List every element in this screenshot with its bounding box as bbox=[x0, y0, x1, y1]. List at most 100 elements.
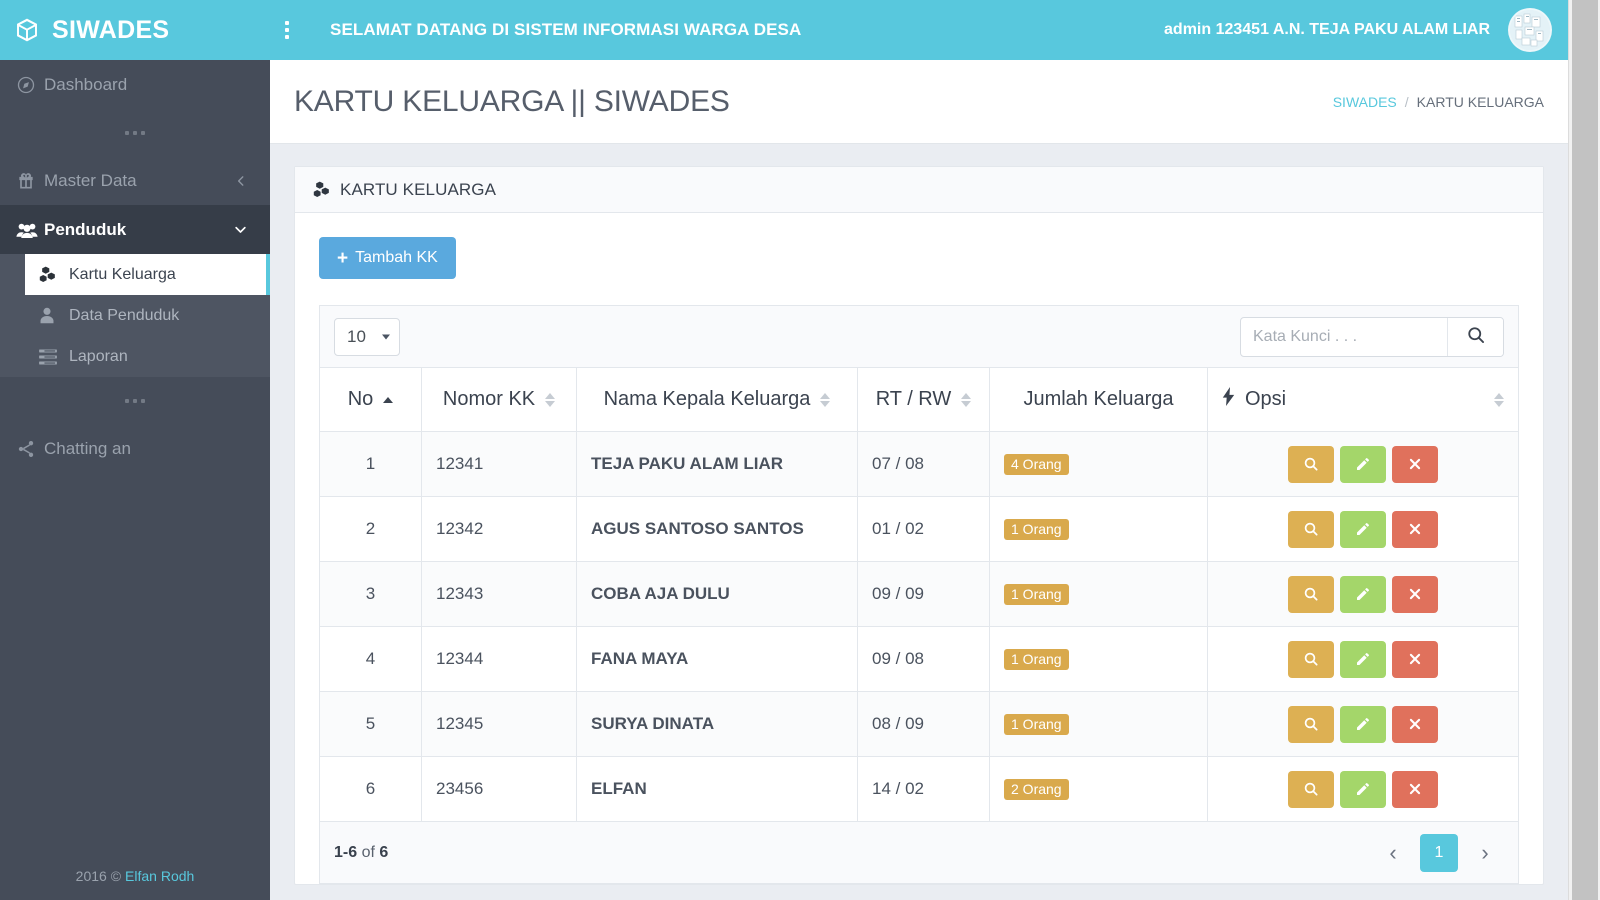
chevron-down-icon bbox=[382, 334, 390, 339]
table-header-row: No Nomor KK Nama Kepala Keluarga RT / RW… bbox=[319, 367, 1519, 432]
sidebar-subitem-label: Kartu Keluarga bbox=[69, 265, 176, 283]
chevron-down-icon bbox=[233, 222, 248, 237]
search-icon bbox=[1303, 781, 1319, 797]
pagination-next-button[interactable]: › bbox=[1466, 834, 1504, 872]
column-header-nama-kepala-keluarga[interactable]: Nama Kepala Keluarga bbox=[576, 367, 858, 432]
page-title: KARTU KELUARGA || SIWADES bbox=[294, 84, 730, 118]
pencil-icon bbox=[1355, 716, 1371, 732]
cell-nomor-kk: 12341 bbox=[421, 431, 577, 497]
info-range: 1-6 bbox=[334, 843, 358, 861]
breadcrumb: SIWADES / KARTU KELUARGA bbox=[1333, 94, 1544, 110]
breadcrumb-separator: / bbox=[1404, 93, 1409, 110]
delete-button[interactable] bbox=[1392, 510, 1438, 548]
search-input[interactable] bbox=[1241, 317, 1447, 356]
sidebar-item-laporan[interactable]: Laporan bbox=[25, 336, 270, 377]
status-badge: 1 Orang bbox=[1004, 713, 1069, 735]
table-row[interactable]: 4 12344 FANA MAYA 09 / 08 1 Orang bbox=[319, 626, 1519, 692]
topbar-right-group: admin 123451 A.N. TEJA PAKU ALAM LIAR bbox=[1164, 0, 1568, 60]
view-button[interactable] bbox=[1288, 705, 1334, 743]
cube-icon bbox=[14, 17, 40, 43]
view-button[interactable] bbox=[1288, 640, 1334, 678]
sidebar-item-dashboard[interactable]: Dashboard bbox=[0, 60, 270, 109]
table-body: 1 12341 TEJA PAKU ALAM LIAR 07 / 08 4 Or… bbox=[319, 431, 1519, 822]
plus-icon: + bbox=[337, 247, 349, 269]
sort-icon bbox=[961, 392, 972, 407]
sidebar-footer: 2016 © Elfan Rodh bbox=[0, 852, 270, 900]
main-content: KARTU KELUARGA || SIWADES SIWADES / KART… bbox=[270, 60, 1568, 900]
delete-button[interactable] bbox=[1392, 770, 1438, 808]
datatable-footer: 1-6 of 6 ‹ 1 › bbox=[319, 822, 1519, 884]
table-row[interactable]: 6 23456 ELFAN 14 / 02 2 Orang bbox=[319, 756, 1519, 822]
delete-button[interactable] bbox=[1392, 575, 1438, 613]
sidebar-item-master-data[interactable]: Master Data bbox=[0, 156, 270, 205]
edit-button[interactable] bbox=[1340, 575, 1386, 613]
sidebar-item-chatting-an[interactable]: Chatting an bbox=[0, 424, 270, 473]
card-title: KARTU KELUARGA bbox=[340, 179, 497, 199]
page-scrollbar[interactable] bbox=[1568, 0, 1600, 900]
delete-button[interactable] bbox=[1392, 640, 1438, 678]
cell-nama: COBA AJA DULU bbox=[576, 561, 858, 627]
edit-button[interactable] bbox=[1340, 510, 1386, 548]
edit-button[interactable] bbox=[1340, 705, 1386, 743]
edit-button[interactable] bbox=[1340, 445, 1386, 483]
edit-button[interactable] bbox=[1340, 770, 1386, 808]
brand-logo[interactable]: SIWADES bbox=[0, 0, 270, 60]
datatable-info: 1-6 of 6 bbox=[334, 844, 388, 862]
sidebar-item-label: Master Data bbox=[44, 170, 137, 190]
column-label: Nomor KK bbox=[442, 388, 536, 410]
top-navbar: SIWADES SELAMAT DATANG DI SISTEM INFORMA… bbox=[0, 0, 1568, 60]
users-icon bbox=[16, 220, 44, 240]
column-header-no[interactable]: No bbox=[319, 367, 422, 432]
cell-nama: AGUS SANTOSO SANTOS bbox=[576, 496, 858, 562]
pagination-prev-button[interactable]: ‹ bbox=[1374, 834, 1412, 872]
sidebar-toggle-button[interactable] bbox=[270, 0, 304, 60]
cell-no: 2 bbox=[319, 496, 422, 562]
table-row[interactable]: 1 12341 TEJA PAKU ALAM LIAR 07 / 08 4 Or… bbox=[319, 431, 1519, 497]
column-header-jumlah-keluarga[interactable]: Jumlah Keluarga bbox=[989, 367, 1208, 432]
column-label: No bbox=[347, 388, 374, 410]
table-row[interactable]: 5 12345 SURYA DINATA 08 / 09 1 Orang bbox=[319, 691, 1519, 757]
breadcrumb-root[interactable]: SIWADES bbox=[1333, 94, 1397, 110]
scrollbar-thumb[interactable] bbox=[1572, 0, 1598, 900]
gift-icon bbox=[16, 171, 44, 191]
sidebar-item-kartu-keluarga[interactable]: Kartu Keluarga bbox=[25, 254, 270, 295]
author-link[interactable]: Elfan Rodh bbox=[125, 868, 194, 884]
close-x-icon bbox=[1408, 717, 1422, 731]
page-length-select[interactable]: 10 bbox=[334, 317, 400, 356]
search-icon bbox=[1303, 521, 1319, 537]
info-of: of bbox=[361, 843, 375, 861]
welcome-message: SELAMAT DATANG DI SISTEM INFORMASI WARGA… bbox=[330, 20, 802, 39]
sidebar-item-data-penduduk[interactable]: Data Penduduk bbox=[25, 295, 270, 336]
tambah-kk-button[interactable]: + Tambah KK bbox=[319, 237, 456, 279]
close-x-icon bbox=[1408, 652, 1422, 666]
edit-button[interactable] bbox=[1340, 640, 1386, 678]
view-button[interactable] bbox=[1288, 510, 1334, 548]
close-x-icon bbox=[1408, 522, 1422, 536]
search-button[interactable] bbox=[1447, 317, 1503, 356]
sidebar: Dashboard Master Data Penduduk Kartu Kel… bbox=[0, 60, 270, 900]
breadcrumb-current: KARTU KELUARGA bbox=[1416, 93, 1544, 110]
sidebar-item-label: Dashboard bbox=[44, 74, 128, 94]
cell-nomor-kk: 12344 bbox=[421, 626, 577, 692]
cell-rt-rw: 09 / 09 bbox=[857, 561, 990, 627]
column-header-nomor-kk[interactable]: Nomor KK bbox=[421, 367, 577, 432]
brand-name: SIWADES bbox=[52, 15, 170, 44]
cell-opsi bbox=[1207, 691, 1519, 757]
sidebar-item-penduduk[interactable]: Penduduk bbox=[0, 205, 270, 254]
column-header-opsi[interactable]: Opsi bbox=[1207, 367, 1519, 432]
datatable: 10 Kata Kunci . . . No Nomor KK Nama Kep… bbox=[319, 305, 1519, 884]
table-row[interactable]: 3 12343 COBA AJA DULU 09 / 09 1 Orang bbox=[319, 561, 1519, 627]
kartu-keluarga-card: KARTU KELUARGA + Tambah KK 10 Kata Kunci… bbox=[294, 166, 1544, 885]
pagination-page-1[interactable]: 1 bbox=[1420, 833, 1458, 872]
delete-button[interactable] bbox=[1392, 445, 1438, 483]
cell-opsi bbox=[1207, 431, 1519, 497]
view-button[interactable] bbox=[1288, 445, 1334, 483]
avatar[interactable] bbox=[1508, 8, 1552, 52]
pencil-icon bbox=[1355, 586, 1371, 602]
table-row[interactable]: 2 12342 AGUS SANTOSO SANTOS 01 / 02 1 Or… bbox=[319, 496, 1519, 562]
delete-button[interactable] bbox=[1392, 705, 1438, 743]
cell-jumlah: 1 Orang bbox=[989, 561, 1208, 627]
view-button[interactable] bbox=[1288, 770, 1334, 808]
column-header-rt-rw[interactable]: RT / RW bbox=[857, 367, 990, 432]
view-button[interactable] bbox=[1288, 575, 1334, 613]
